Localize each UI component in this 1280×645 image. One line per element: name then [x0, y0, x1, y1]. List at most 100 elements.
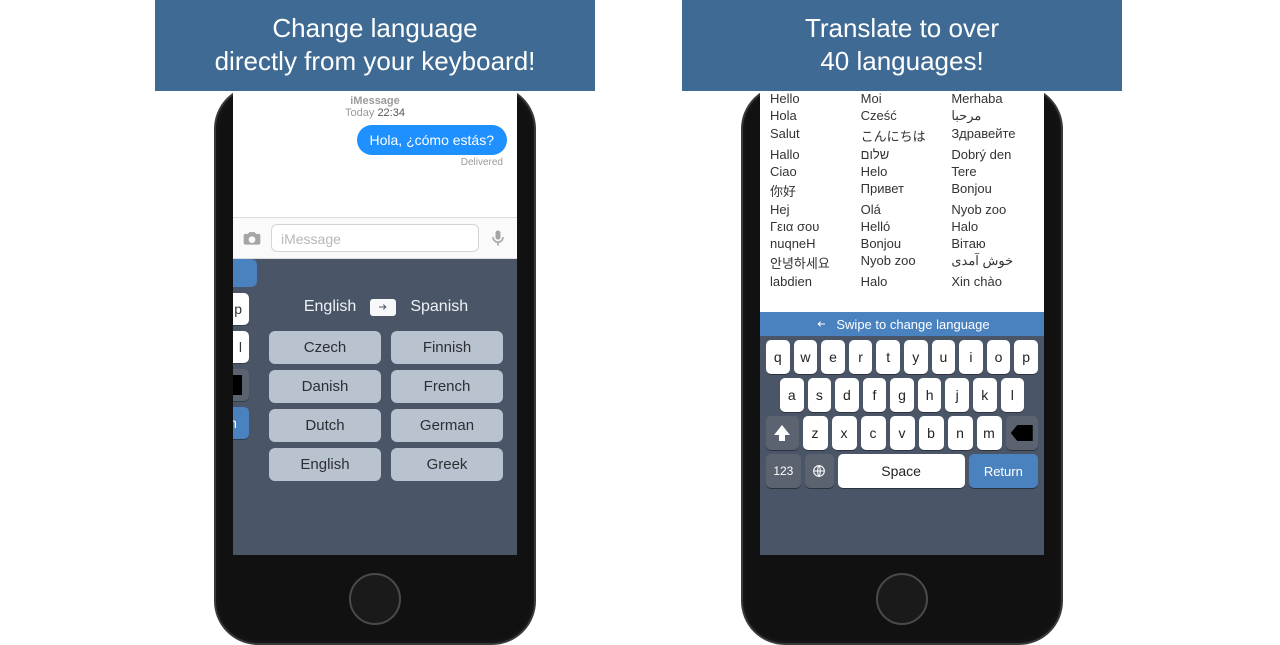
home-button[interactable] — [876, 573, 928, 625]
space-key[interactable]: Space — [838, 454, 965, 488]
lang-option[interactable]: Danish — [269, 370, 381, 403]
key-d[interactable]: d — [835, 378, 859, 412]
lang-option[interactable]: Greek — [391, 448, 503, 481]
key-b[interactable]: b — [919, 416, 944, 450]
greeting-cell: Nyob zoo — [861, 253, 948, 272]
key-q[interactable]: q — [766, 340, 790, 374]
greeting-cell: Moi — [861, 91, 948, 106]
backspace-key[interactable] — [233, 369, 249, 401]
key-w[interactable]: w — [794, 340, 818, 374]
key-k[interactable]: k — [973, 378, 997, 412]
keyboard-row-bottom: 123 Space Return — [760, 450, 1044, 494]
key-e[interactable]: e — [821, 340, 845, 374]
return-key[interactable]: Return — [969, 454, 1038, 488]
phone-frame-right: HelloMoiMerhabaHolaCześćمرحباSalutこんにちはЗ… — [741, 85, 1063, 645]
key-y[interactable]: y — [904, 340, 928, 374]
backspace-key[interactable] — [1006, 416, 1039, 450]
greeting-cell: Helló — [861, 219, 948, 234]
greeting-cell: Xin chào — [951, 274, 1038, 289]
key-z[interactable]: z — [803, 416, 828, 450]
keyboard-row-1: qwertyuiop — [760, 336, 1044, 374]
key-u[interactable]: u — [932, 340, 956, 374]
greeting-cell: Tere — [951, 164, 1038, 179]
key-a[interactable]: a — [780, 378, 804, 412]
globe-key[interactable] — [805, 454, 834, 488]
key-v[interactable]: v — [890, 416, 915, 450]
keyboard-row-3: zxcvbnm — [760, 412, 1044, 450]
key-l[interactable]: l — [233, 331, 249, 363]
key-t[interactable]: t — [876, 340, 900, 374]
shift-key[interactable] — [766, 416, 799, 450]
greeting-cell: 你好 — [770, 181, 857, 200]
key-s[interactable]: s — [808, 378, 832, 412]
key-n[interactable]: n — [948, 416, 973, 450]
greeting-cell: Hej — [770, 202, 857, 217]
numbers-key[interactable]: 123 — [766, 454, 801, 488]
banner-line1: Translate to over — [692, 12, 1112, 45]
backspace-icon — [1011, 425, 1033, 441]
key-x[interactable]: x — [832, 416, 857, 450]
lang-option[interactable]: Czech — [269, 331, 381, 364]
greetings-grid: HelloMoiMerhabaHolaCześćمرحباSalutこんにちはЗ… — [770, 91, 1038, 289]
lang-option[interactable]: Finnish — [391, 331, 503, 364]
arrow-right-icon — [370, 299, 396, 316]
key-p[interactable]: p — [233, 293, 249, 325]
keyboard-right: Swipe to change language qwertyuiop asdf… — [760, 312, 1044, 555]
greeting-cell: Bonjou — [951, 181, 1038, 200]
compose-bar: iMessage — [233, 217, 517, 259]
key-l[interactable]: l — [1001, 378, 1025, 412]
banner-line2: directly from your keyboard! — [165, 45, 585, 78]
thread-timestamp: Today 22:34 — [233, 107, 517, 119]
greeting-cell: Ciao — [770, 164, 857, 179]
greeting-cell: こんにちは — [861, 126, 948, 145]
key-m[interactable]: m — [977, 416, 1002, 450]
lang-from-label: English — [304, 298, 356, 316]
key-r[interactable]: r — [849, 340, 873, 374]
lang-col-left: Czech Danish Dutch English — [269, 325, 381, 481]
shift-icon — [774, 425, 790, 441]
microphone-icon[interactable] — [487, 227, 509, 249]
key-j[interactable]: j — [945, 378, 969, 412]
greeting-cell: Dobrý den — [951, 147, 1038, 162]
greeting-cell: 안녕하세요 — [770, 253, 857, 272]
greeting-cell: Merhaba — [951, 91, 1038, 106]
swipe-hint-bar[interactable]: Swipe to change language — [760, 312, 1044, 336]
greeting-cell: Hallo — [770, 147, 857, 162]
lang-option[interactable]: Dutch — [269, 409, 381, 442]
keyboard-left: p l eturn English Spanish — [233, 259, 517, 555]
lang-option[interactable]: German — [391, 409, 503, 442]
key-h[interactable]: h — [918, 378, 942, 412]
greeting-cell: Привет — [861, 181, 948, 200]
home-button[interactable] — [349, 573, 401, 625]
phone-screen-left: iMessage Today 22:34 Hola, ¿cómo estás? … — [233, 87, 517, 555]
banner-line1: Change language — [165, 12, 585, 45]
language-switcher-popup: English Spanish Czech Danish Dutch Engli… — [261, 287, 511, 551]
key-i[interactable]: i — [959, 340, 983, 374]
greeting-cell: Halo — [861, 274, 948, 289]
backspace-icon — [233, 375, 242, 395]
promo-panel-left: Change language directly from your keybo… — [155, 0, 595, 645]
greeting-cell: مرحبا — [951, 108, 1038, 124]
key-c[interactable]: c — [861, 416, 886, 450]
lang-option[interactable]: English — [269, 448, 381, 481]
return-key[interactable]: eturn — [233, 407, 249, 439]
key-g[interactable]: g — [890, 378, 914, 412]
sent-message-bubble: Hola, ¿cómo estás? — [357, 125, 508, 155]
key-p[interactable]: p — [1014, 340, 1038, 374]
greeting-cell: Nyob zoo — [951, 202, 1038, 217]
message-thread: iMessage Today 22:34 Hola, ¿cómo estás? … — [233, 95, 517, 168]
banner-right: Translate to over 40 languages! — [682, 0, 1122, 91]
greeting-cell: Helo — [861, 164, 948, 179]
key-f[interactable]: f — [863, 378, 887, 412]
swipe-hint-label: Swipe to change language — [836, 317, 989, 332]
greeting-cell: שלום — [861, 147, 948, 162]
delivered-label: Delivered — [233, 155, 517, 168]
greeting-cell: Salut — [770, 126, 857, 145]
lang-option[interactable]: French — [391, 370, 503, 403]
camera-icon[interactable] — [241, 227, 263, 249]
greeting-cell: Bonjou — [861, 236, 948, 251]
globe-icon — [811, 463, 827, 479]
greeting-cell: Вітаю — [951, 236, 1038, 251]
compose-input[interactable]: iMessage — [271, 224, 479, 252]
key-o[interactable]: o — [987, 340, 1011, 374]
